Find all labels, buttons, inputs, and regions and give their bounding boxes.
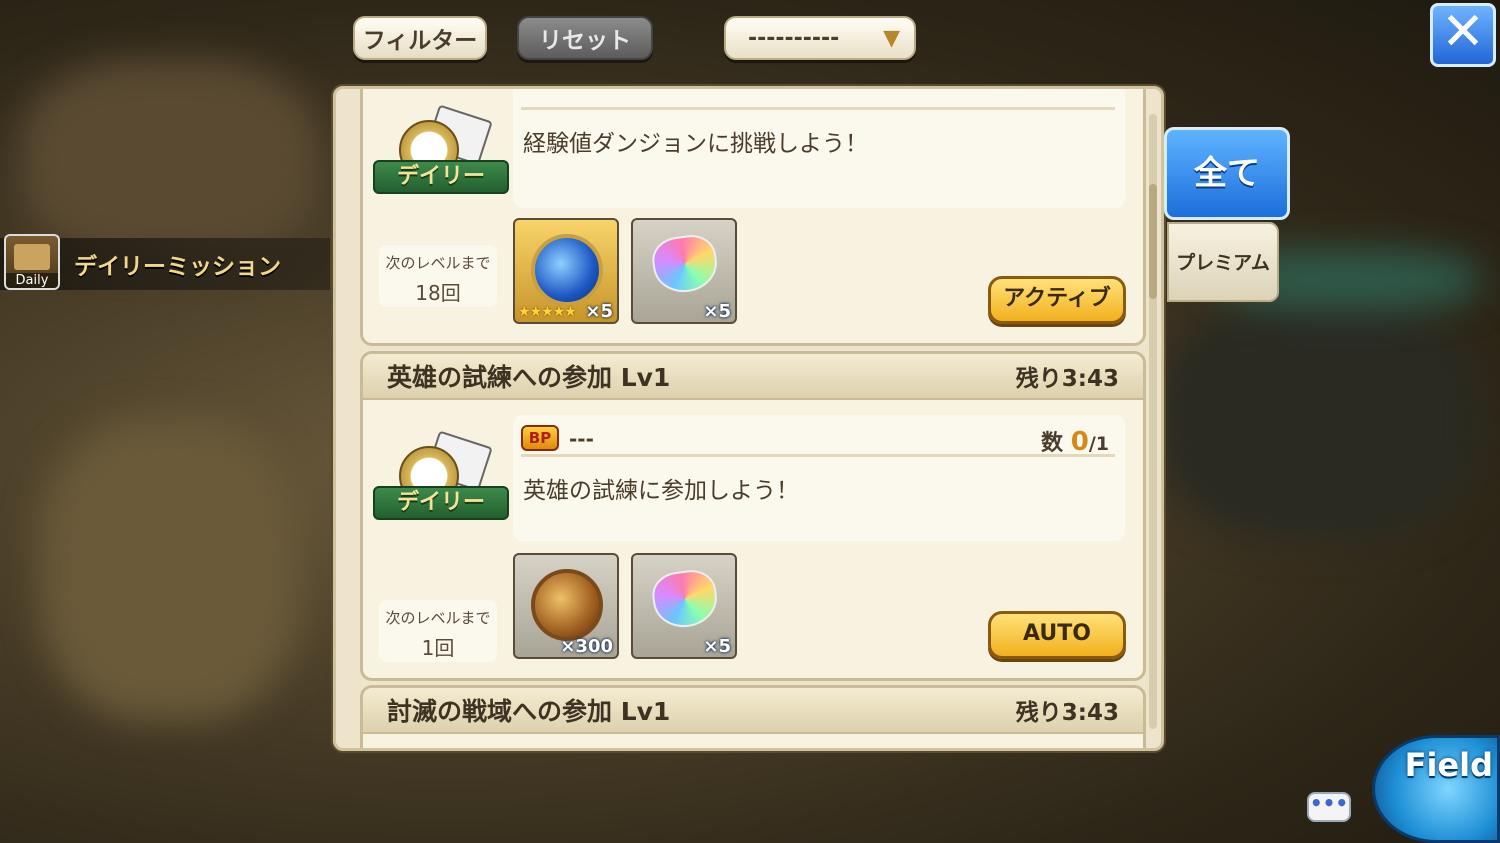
reward-quantity: ×5	[703, 636, 731, 657]
mission-header: 討滅の戦域への参加 Lv1 残り3:43	[363, 688, 1143, 734]
daily-badge: デイリー	[371, 104, 511, 212]
rarity-stars: ★★★★★	[518, 304, 577, 320]
field-label: Field	[1404, 746, 1493, 784]
remaining-time: 残り3:43	[1015, 700, 1119, 726]
mission-list-panel[interactable]: デイリー 経験値ダンジョンに挑戦しよう！ 次のレベルまで 18回 ★★★★★ ×…	[333, 86, 1164, 751]
close-icon: ✕	[1441, 2, 1485, 62]
background-shape	[40, 420, 300, 720]
tab-premium[interactable]: プレミアム	[1167, 222, 1279, 302]
daily-book-icon: Daily	[4, 234, 60, 290]
reward-item[interactable]: ×5	[631, 553, 737, 659]
remaining-time: 残り3:43	[1015, 366, 1119, 392]
mission-header: 英雄の試練への参加 Lv1 残り3:43	[363, 354, 1143, 400]
chevron-down-icon: ▼	[883, 26, 900, 51]
daily-badge: デイリー	[371, 430, 511, 538]
reward-item[interactable]: ★★★★★ ×5	[513, 218, 619, 324]
count-value: 0	[1070, 427, 1089, 457]
count-label: 数	[1041, 431, 1064, 456]
mission-description: 経験値ダンジョンに挑戦しよう！	[523, 131, 868, 157]
mission-card: デイリー 経験値ダンジョンに挑戦しよう！ 次のレベルまで 18回 ★★★★★ ×…	[360, 89, 1146, 346]
reward-quantity: ×300	[560, 636, 613, 657]
chat-button[interactable]: •••	[1307, 792, 1351, 822]
blue-orb-icon	[531, 234, 603, 306]
next-level-value: 1回	[421, 636, 455, 660]
rainbow-gem-icon	[649, 566, 721, 632]
mission-title: 討滅の戦域への参加 Lv1	[387, 697, 671, 726]
rainbow-gem-icon	[649, 231, 721, 297]
daily-mission-title: デイリーミッション	[74, 254, 281, 280]
dropdown-value: ----------	[748, 25, 840, 51]
daily-mission-tag: Daily デイリーミッション	[0, 234, 330, 290]
daily-ribbon: デイリー	[373, 486, 509, 520]
reward-item[interactable]: ×300	[513, 553, 619, 659]
close-button[interactable]: ✕	[1430, 3, 1496, 67]
next-level-box: 次のレベルまで 18回	[379, 245, 497, 307]
mission-card: 英雄の試練への参加 Lv1 残り3:43 デイリー BP --- 数 0/1 英…	[360, 351, 1146, 681]
bp-row	[521, 89, 1115, 110]
filter-button[interactable]: フィルター	[353, 16, 487, 60]
mission-info: BP --- 数 0/1 英雄の試練に参加しよう！	[513, 415, 1125, 541]
mission-info: 経験値ダンジョンに挑戦しよう！	[513, 89, 1125, 208]
bp-value: ---	[569, 427, 594, 451]
chat-icon: •••	[1309, 791, 1349, 815]
progress-count: 数 0/1	[1041, 425, 1109, 457]
bp-row: BP --- 数 0/1	[521, 421, 1115, 457]
active-button[interactable]: アクティブ	[988, 276, 1126, 324]
background-shape	[20, 60, 320, 260]
background-shape	[1160, 300, 1480, 540]
mission-card: 討滅の戦域への参加 Lv1 残り3:43	[360, 685, 1146, 748]
next-level-box: 次のレベルまで 1回	[379, 600, 497, 662]
next-level-label: 次のレベルまで	[385, 609, 491, 627]
tab-all[interactable]: 全て	[1164, 127, 1290, 220]
reward-quantity: ×5	[585, 301, 613, 322]
reset-button[interactable]: リセット	[517, 16, 653, 60]
mission-description: 英雄の試練に参加しよう！	[523, 478, 799, 504]
count-total: /1	[1088, 433, 1109, 455]
reward-quantity: ×5	[703, 301, 731, 322]
daily-ribbon: デイリー	[373, 160, 509, 194]
next-level-label: 次のレベルまで	[385, 254, 491, 272]
sort-dropdown[interactable]: ---------- ▼	[724, 16, 916, 60]
field-button[interactable]: Field	[1372, 735, 1500, 843]
bp-icon: BP	[521, 425, 559, 451]
mission-title: 英雄の試練への参加 Lv1	[387, 363, 671, 392]
reward-item[interactable]: ×5	[631, 218, 737, 324]
next-level-value: 18回	[415, 281, 461, 305]
daily-icon-label: Daily	[6, 273, 58, 288]
hero-medal-icon	[531, 569, 603, 641]
scrollbar-thumb[interactable]	[1149, 184, 1157, 299]
auto-button[interactable]: AUTO	[988, 611, 1126, 659]
